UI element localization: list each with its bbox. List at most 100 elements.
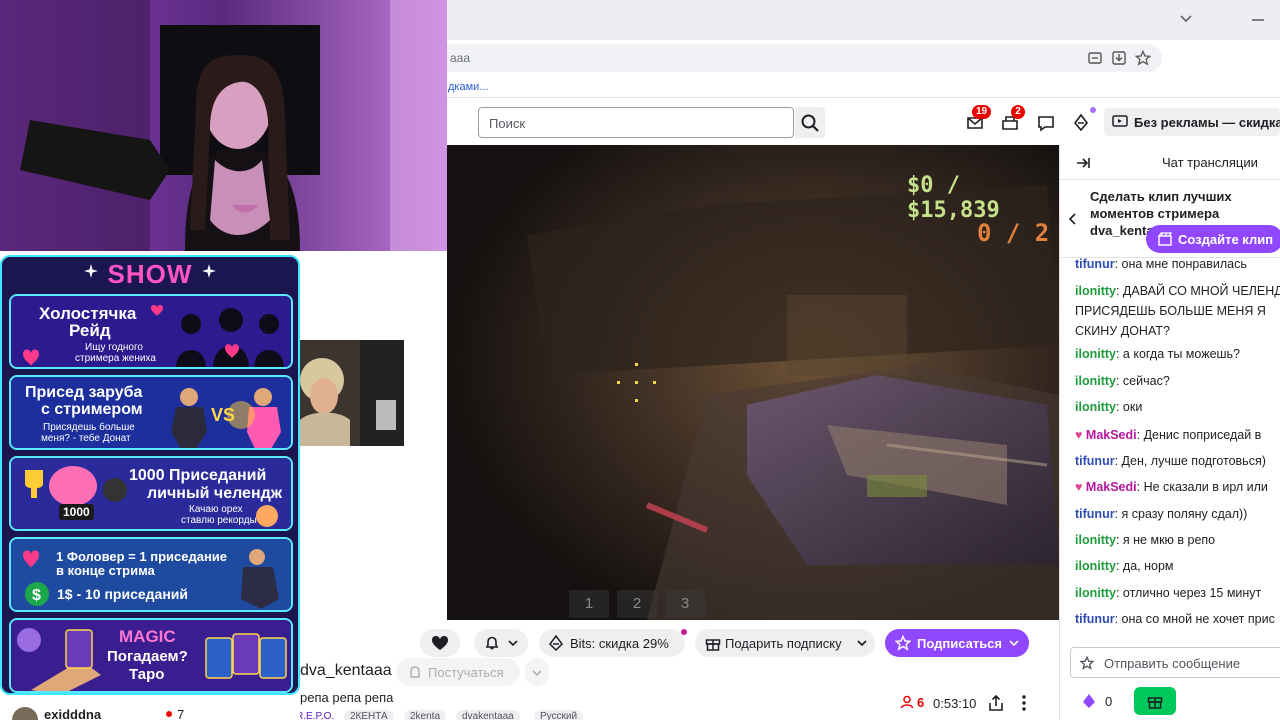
chevron-left-icon[interactable]: [1068, 212, 1078, 226]
chat-panel: Чат трансляции Сделать клип лучших момен…: [1059, 145, 1280, 720]
overlay-card-squat-battle: VS Присед заруба с стримером Присядешь б…: [9, 375, 293, 450]
card-subtext: меня? - тебе Донат: [41, 433, 131, 444]
overlay-card-tarot: MAGIC Погадаем? Таро: [9, 618, 293, 693]
chevron-down-icon: [532, 670, 542, 677]
stream-overlay-panel: SHOW Холостячка Рейд Ищу годного стример…: [0, 255, 300, 695]
channel-points-count: 0: [1105, 694, 1113, 709]
search-icon: [801, 114, 819, 132]
search-button[interactable]: [795, 107, 825, 138]
chat-header: Чат трансляции: [1060, 145, 1280, 180]
url-text: aaa: [450, 51, 471, 65]
card-heading: MAGIC: [119, 627, 176, 646]
tag[interactable]: 2kenta: [404, 710, 447, 720]
whispers-icon[interactable]: [1036, 113, 1056, 133]
chat-username[interactable]: MakSedi: [1086, 428, 1137, 442]
subscribe-button[interactable]: Подписаться: [885, 629, 1029, 657]
notifications-badge: 19: [972, 105, 992, 119]
collapse-chat-icon[interactable]: [1075, 155, 1091, 171]
bits-promo-dot: [681, 629, 687, 635]
chevron-down-icon[interactable]: [1178, 12, 1194, 26]
chat-username[interactable]: tifunur: [1075, 257, 1115, 271]
avatar: [12, 707, 38, 720]
star-bookmark-icon[interactable]: [1135, 50, 1151, 66]
chat-message-text: : да, норм: [1115, 559, 1174, 573]
bookmark-item[interactable]: дками...: [448, 81, 488, 93]
chat-username[interactable]: tifunur: [1075, 507, 1115, 521]
chat-gift-button[interactable]: [1134, 687, 1176, 715]
knock-options-button[interactable]: [525, 658, 549, 686]
gift-sub-label: Подарить подписку: [725, 636, 842, 651]
card-badge: 1000: [59, 504, 94, 520]
secondary-webcam-image: [300, 340, 404, 446]
card-heading: 1 Фоловер = 1 приседание: [56, 549, 228, 564]
notifications-bell-button[interactable]: [474, 629, 528, 657]
knock-button[interactable]: Постучаться: [396, 658, 520, 686]
viewer-count: 6: [917, 695, 925, 710]
svg-text:$: $: [32, 587, 41, 604]
overlay-card-follower-squat: $ 1 Фоловер = 1 приседание в конце стрим…: [9, 537, 293, 612]
chat-title: Чат трансляции: [1162, 155, 1258, 170]
share-icon[interactable]: [988, 694, 1004, 712]
channel-name[interactable]: dva_kentaaa: [300, 662, 392, 680]
card-subtext: Присядешь больше: [43, 422, 135, 433]
chat-message-text: : отлично через 15 минут: [1115, 586, 1262, 600]
sidebar-channel-name: exidddna: [44, 707, 102, 720]
chat-input[interactable]: Отправить сообщение: [1070, 647, 1280, 678]
chat-username[interactable]: ilonitty: [1075, 284, 1116, 298]
heart-icon: [432, 636, 448, 650]
search-input[interactable]: Поиск: [478, 107, 794, 138]
card-subtext: Ищу годного: [85, 342, 143, 353]
overlay-card-bachelorette: Холостячка Рейд Ищу годного стримера жен…: [9, 294, 293, 369]
screenshot-icon[interactable]: [1087, 50, 1103, 66]
download-icon[interactable]: [1111, 50, 1127, 66]
chat-message: tifunur: я сразу поляну сдал)): [1075, 505, 1280, 523]
overlay-title: SHOW: [107, 259, 193, 289]
heart-badge-icon: ♥: [1075, 480, 1086, 494]
video-player[interactable]: $0 / $15,839 0 / 2 1 2 3: [447, 145, 1059, 620]
chat-message-text: : Не сказали в ирл или: [1136, 480, 1268, 494]
chat-username[interactable]: MakSedi: [1086, 480, 1137, 494]
sidebar-viewer-count: 7: [177, 707, 185, 720]
card-heading: с стримером: [41, 401, 143, 418]
tag[interactable]: 2КЕНТА: [344, 710, 394, 720]
adfree-button[interactable]: Без рекламы — скидка: [1104, 108, 1280, 136]
card-heading: Рейд: [69, 321, 111, 340]
create-clip-button[interactable]: Создайте клип: [1146, 225, 1280, 253]
sparkle-icon: [202, 264, 216, 278]
webcam-image: [0, 0, 447, 251]
tv-icon: [1112, 115, 1128, 127]
minimize-icon[interactable]: [1250, 12, 1266, 26]
chat-message-text: : она со мной не хочет прис: [1114, 612, 1275, 626]
inventory-hotbar: 1 2 3: [569, 590, 707, 618]
card-heading: 1000 Приседаний: [129, 467, 267, 484]
chat-username[interactable]: tifunur: [1075, 612, 1115, 626]
card-heading: в конце стрима: [56, 563, 155, 578]
bits-button[interactable]: Bits: скидка 29%: [539, 629, 685, 657]
bits-label: Bits: скидка 29%: [570, 636, 669, 651]
tag[interactable]: Русский: [534, 710, 584, 720]
chat-message-text: : Денис поприседай в: [1136, 428, 1262, 442]
channel-points-icon[interactable]: [1082, 693, 1096, 709]
chat-username[interactable]: ilonitty: [1075, 533, 1116, 547]
chat-message-text: : оки: [1115, 400, 1143, 414]
chat-message-text: : она мне понравилась: [1114, 257, 1247, 271]
chat-username[interactable]: ilonitty: [1075, 400, 1116, 414]
follow-button[interactable]: [420, 629, 460, 657]
chat-username[interactable]: tifunur: [1075, 454, 1115, 468]
chat-message: ilonitty: да, норм: [1075, 557, 1280, 575]
chat-message: tifunur: Ден, лучше подготовься): [1075, 452, 1280, 470]
chat-message: tifunur: она мне понравилась: [1075, 255, 1280, 273]
chat-username[interactable]: ilonitty: [1075, 347, 1116, 361]
sparkle-icon: [84, 264, 98, 278]
more-options-icon[interactable]: [1018, 694, 1030, 712]
prime-crown-icon[interactable]: [1071, 113, 1091, 133]
chat-username[interactable]: ilonitty: [1075, 586, 1116, 600]
chat-message-text: : а когда ты можешь?: [1115, 347, 1241, 361]
tag[interactable]: dvakentaaa: [456, 710, 520, 720]
chat-message: ilonitty: оки: [1075, 398, 1280, 416]
chat-username[interactable]: ilonitty: [1075, 374, 1116, 388]
chat-username[interactable]: ilonitty: [1075, 559, 1116, 573]
gift-sub-button[interactable]: Подарить подписку: [695, 629, 875, 657]
sidebar-channel-item[interactable]: exidddna 7: [0, 700, 300, 720]
chat-message: tifunur: она со мной не хочет прис: [1075, 610, 1280, 628]
